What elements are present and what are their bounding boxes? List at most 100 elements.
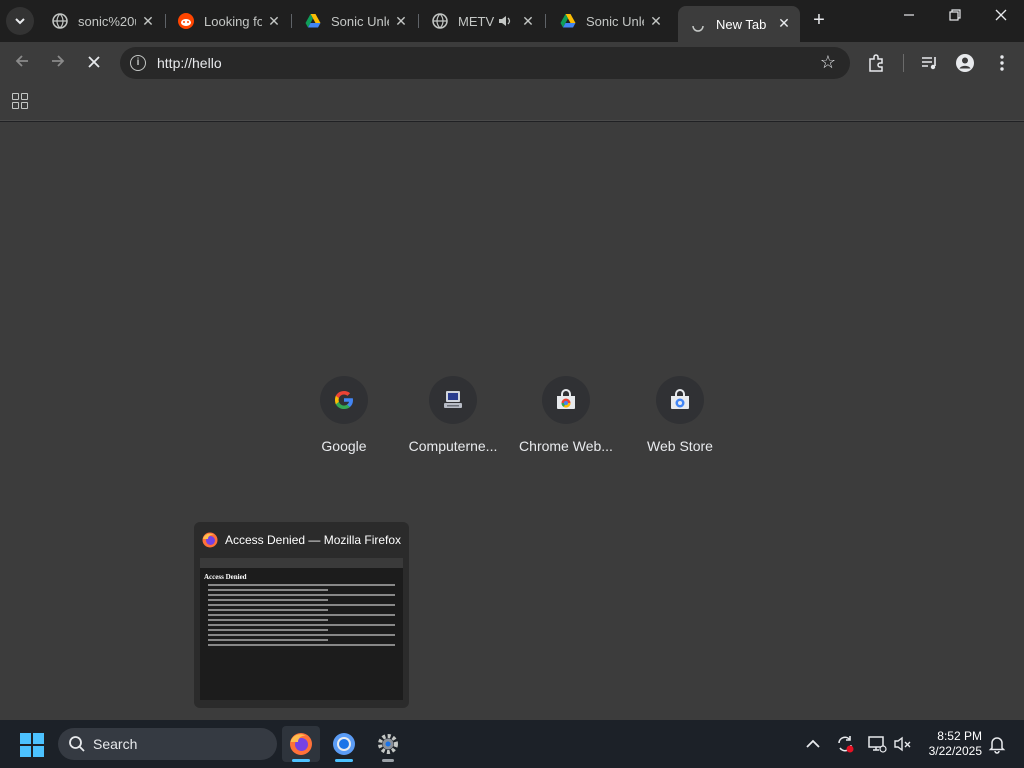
thumbnail-line — [208, 634, 395, 636]
web-store-icon — [671, 389, 689, 409]
system-clock[interactable]: 8:52 PM 3/22/2025 — [918, 729, 982, 759]
running-indicator — [335, 759, 353, 762]
tab-title: Looking fo — [204, 13, 262, 29]
tab-title: Sonic Unle — [586, 13, 644, 29]
notification-bell-icon[interactable] — [987, 734, 1007, 754]
tab-strip: sonic%20u ✕ Looking fo ✕ Sonic Unle ✕ ME… — [0, 0, 1024, 42]
forward-arrow-icon — [52, 55, 65, 67]
clock-date: 3/22/2025 — [928, 744, 982, 758]
media-controls-icon[interactable] — [920, 53, 940, 73]
tab-title: sonic%20u — [78, 13, 136, 29]
shortcut-web-store[interactable]: Web Store — [624, 376, 736, 454]
shortcut-label: Computerne... — [408, 438, 498, 454]
google-icon — [335, 391, 353, 409]
menu-icon[interactable] — [992, 53, 1012, 73]
volume-muted-icon[interactable] — [893, 734, 913, 754]
new-tab-page: Google Computerne... Chrome Web... Web S… — [0, 122, 1024, 720]
thumbnail-line — [208, 589, 328, 591]
tab-sonic-drive-2[interactable]: Sonic Unle ✕ — [548, 4, 672, 38]
close-icon — [88, 56, 100, 68]
sync-icon[interactable] — [835, 734, 855, 754]
computer-icon — [444, 391, 462, 408]
thumbnail-line — [208, 629, 328, 631]
chrome-icon — [333, 733, 355, 755]
back-button[interactable] — [11, 52, 33, 74]
shortcut-tile[interactable] — [429, 376, 477, 424]
firefox-window-preview[interactable]: Access Denied — Mozilla Firefox Access D… — [194, 522, 409, 708]
tab-search-button[interactable] — [6, 7, 34, 35]
thumbnail-line — [208, 619, 328, 621]
close-icon[interactable]: ✕ — [266, 13, 282, 29]
close-icon[interactable]: ✕ — [520, 13, 536, 29]
tab-separator — [418, 14, 419, 28]
close-window-button[interactable] — [986, 8, 1016, 32]
firefox-icon — [202, 532, 218, 548]
thumbnail-line — [208, 614, 395, 616]
windows-logo-icon — [20, 733, 31, 744]
shortcut-chrome-web-store[interactable]: Chrome Web... — [510, 376, 622, 454]
shortcut-google[interactable]: Google — [288, 376, 400, 454]
shortcut-tile[interactable] — [320, 376, 368, 424]
taskbar-search[interactable]: Search — [58, 728, 277, 760]
extensions-icon[interactable] — [866, 53, 886, 73]
thumbnail-line — [208, 604, 395, 606]
gear-icon — [378, 734, 398, 754]
thumbnail-line — [208, 639, 328, 641]
address-bar[interactable]: i http://hello ☆ — [120, 47, 850, 79]
toolbar-divider — [903, 54, 904, 72]
close-icon[interactable]: ✕ — [140, 13, 156, 29]
shortcut-computernerd[interactable]: Computerne... — [397, 376, 509, 454]
bookmarks-bar — [0, 84, 1024, 121]
site-info-icon[interactable]: i — [130, 55, 146, 71]
shortcut-tile[interactable] — [656, 376, 704, 424]
thumbnail-toolbar — [200, 558, 403, 568]
chrome-web-store-icon — [557, 389, 575, 409]
close-icon[interactable]: ✕ — [393, 13, 409, 29]
tab-metv[interactable]: METV ✕ — [420, 4, 546, 38]
tab-title: New Tab — [716, 16, 767, 32]
network-icon[interactable] — [867, 734, 887, 754]
bookmark-star-icon[interactable]: ☆ — [820, 52, 836, 73]
tab-separator — [545, 14, 546, 28]
shortcut-label: Chrome Web... — [519, 438, 613, 454]
tab-new-tab[interactable]: New Tab ✕ — [678, 6, 800, 42]
apps-grid-icon[interactable] — [12, 93, 28, 109]
clock-time: 8:52 PM — [937, 729, 982, 743]
globe-icon — [52, 13, 68, 29]
new-tab-button[interactable]: + — [808, 10, 830, 32]
profile-icon[interactable] — [955, 53, 975, 73]
url-text[interactable]: http://hello — [157, 55, 222, 71]
start-button[interactable] — [20, 733, 44, 757]
preview-title: Access Denied — Mozilla Firefox — [225, 533, 402, 547]
tab-sonic-search[interactable]: sonic%20u ✕ — [40, 4, 166, 38]
browser-toolbar: i http://hello ☆ — [0, 42, 1024, 84]
stop-loading-button[interactable] — [83, 52, 105, 74]
restore-button[interactable] — [940, 8, 970, 32]
thumbnail-heading: Access Denied — [204, 573, 247, 581]
minimize-button[interactable] — [894, 8, 924, 32]
google-drive-icon — [560, 14, 576, 28]
globe-icon — [432, 13, 448, 29]
close-icon[interactable]: ✕ — [648, 13, 664, 29]
search-label: Search — [93, 736, 138, 752]
forward-button[interactable] — [47, 52, 69, 74]
back-arrow-icon — [15, 55, 28, 67]
tab-sonic-drive-1[interactable]: Sonic Unle ✕ — [293, 4, 419, 38]
thumbnail-line — [208, 599, 328, 601]
thumbnail-line — [208, 644, 395, 646]
taskbar-firefox[interactable] — [282, 726, 320, 762]
chevron-up-icon[interactable] — [803, 734, 823, 754]
tab-title: METV — [458, 13, 495, 29]
taskbar-chrome[interactable] — [325, 726, 363, 762]
shortcut-tile[interactable] — [542, 376, 590, 424]
running-indicator — [382, 759, 394, 762]
shortcut-label: Web Store — [647, 438, 713, 454]
tab-looking-for[interactable]: Looking fo ✕ — [166, 4, 292, 38]
windows-taskbar: Search 8:52 PM 3/22/2025 — [0, 720, 1024, 768]
google-drive-icon — [305, 14, 321, 28]
close-icon[interactable]: ✕ — [776, 15, 792, 31]
speaker-icon[interactable] — [498, 14, 512, 28]
taskbar-settings[interactable] — [369, 726, 407, 762]
shortcut-label: Google — [321, 438, 367, 454]
search-icon — [69, 736, 85, 752]
